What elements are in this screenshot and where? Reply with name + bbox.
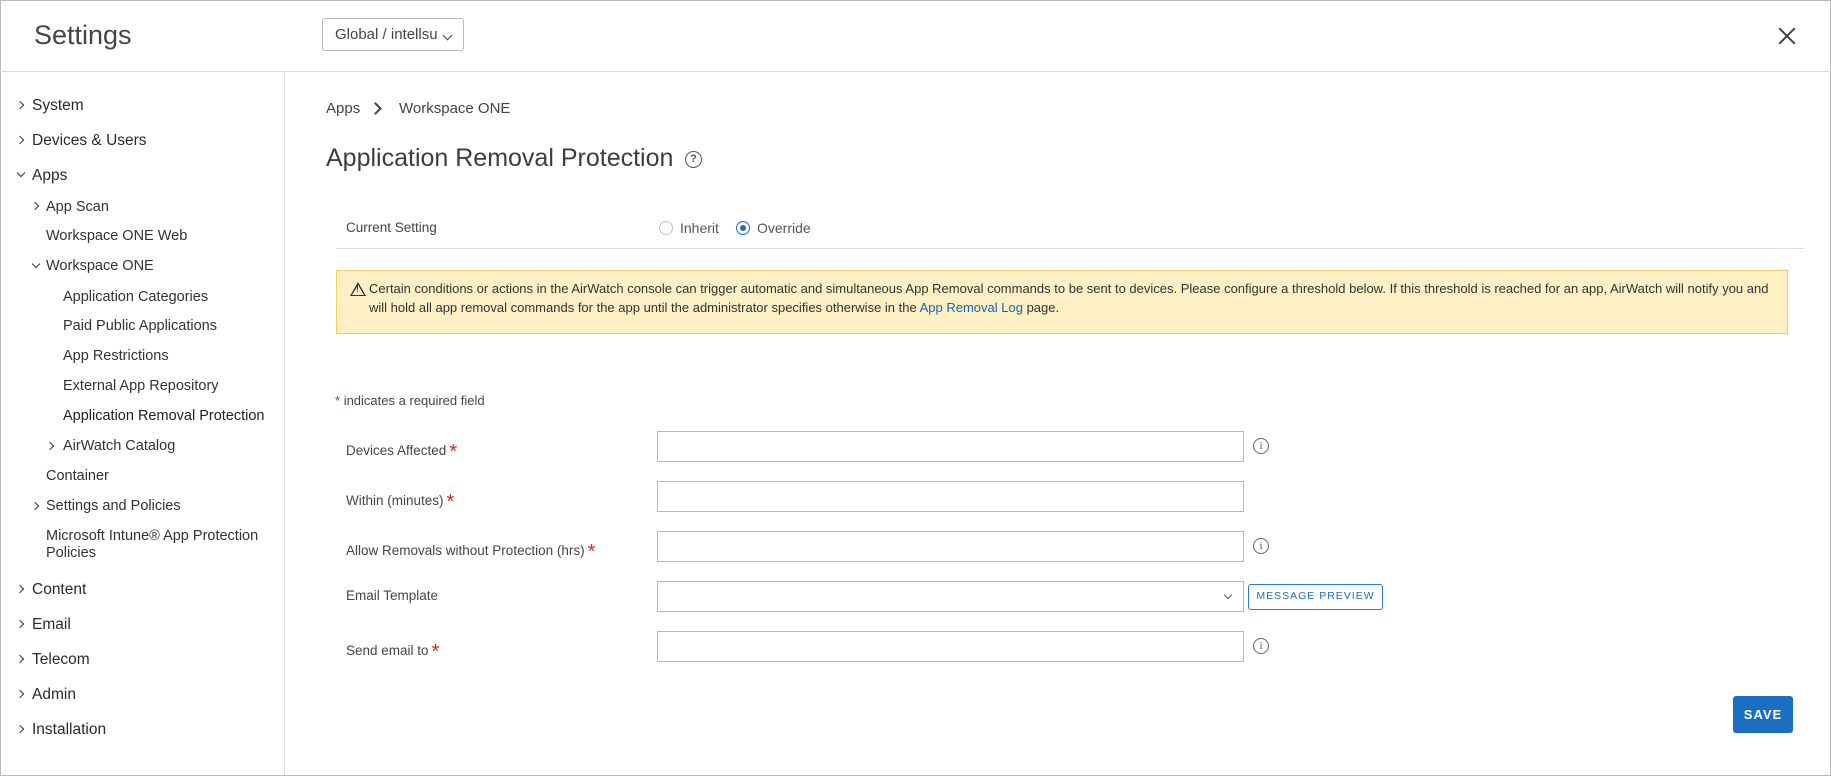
- email-template-select[interactable]: [657, 581, 1244, 612]
- org-group-selector[interactable]: Global / intellsu: [322, 18, 464, 51]
- message-preview-button[interactable]: MESSAGE PREVIEW: [1248, 584, 1383, 610]
- sidebar-item-apps[interactable]: Apps: [32, 167, 67, 185]
- required-star: *: [446, 491, 455, 513]
- sidebar-item-admin[interactable]: Admin: [32, 686, 76, 704]
- sidebar-item-app-scan[interactable]: App Scan: [46, 199, 109, 215]
- sidebar-item-intune-line2: Policies: [46, 545, 96, 561]
- chevron-down-icon: [442, 30, 453, 41]
- sidebar-item-intune-line1: Microsoft Intune® App Protection: [46, 528, 259, 544]
- info-icon[interactable]: i: [1253, 638, 1269, 654]
- settings-title: Settings: [34, 20, 132, 50]
- radio-inherit-label[interactable]: Inherit: [680, 220, 719, 236]
- org-group-label: Global / intellsu: [335, 26, 438, 43]
- required-star: *: [335, 393, 341, 408]
- devices-affected-text: Devices Affected: [346, 443, 447, 458]
- help-icon[interactable]: ?: [685, 151, 702, 168]
- required-field-note: * indicates a required field: [335, 393, 485, 408]
- sidebar-item-airwatch-catalog[interactable]: AirWatch Catalog: [63, 438, 175, 454]
- required-note-text: indicates a required field: [343, 393, 485, 408]
- allow-removals-label: Allow Removals without Protection (hrs) *: [346, 538, 596, 563]
- info-icon[interactable]: i: [1253, 538, 1269, 554]
- email-template-label: Email Template: [346, 588, 439, 603]
- warning-triangle-icon: [350, 282, 366, 296]
- required-star: *: [449, 441, 458, 463]
- warning-text-before: Certain conditions or actions in the Air…: [369, 281, 1769, 315]
- save-button[interactable]: SAVE: [1733, 696, 1793, 733]
- sidebar-item-paid-public-applications[interactable]: Paid Public Applications: [63, 318, 217, 334]
- required-star: *: [431, 641, 440, 663]
- close-icon[interactable]: [1778, 27, 1796, 45]
- breadcrumb-apps[interactable]: Apps: [326, 100, 360, 117]
- devices-affected-input[interactable]: [657, 431, 1244, 462]
- warning-banner: Certain conditions or actions in the Air…: [336, 270, 1788, 334]
- sidebar-item-external-app-repository[interactable]: External App Repository: [63, 378, 219, 394]
- divider: [336, 248, 1804, 249]
- breadcrumb-workspace-one[interactable]: Workspace ONE: [399, 100, 510, 117]
- within-minutes-input[interactable]: [657, 481, 1244, 512]
- current-setting-label: Current Setting: [346, 220, 437, 235]
- radio-override[interactable]: [736, 221, 750, 235]
- sidebar-item-application-removal-protection[interactable]: Application Removal Protection: [63, 408, 265, 424]
- devices-affected-label: Devices Affected *: [346, 438, 458, 463]
- within-minutes-label: Within (minutes) *: [346, 488, 455, 513]
- header: Settings Global / intellsu: [0, 0, 1831, 72]
- sidebar-item-workspace-one-web[interactable]: Workspace ONE Web: [46, 228, 187, 244]
- sidebar-item-content[interactable]: Content: [32, 581, 86, 599]
- send-email-to-text: Send email to: [346, 643, 429, 658]
- info-icon[interactable]: i: [1253, 438, 1269, 454]
- sidebar-item-workspace-one[interactable]: Workspace ONE: [46, 258, 154, 274]
- within-minutes-text: Within (minutes): [346, 493, 444, 508]
- sidebar-item-system[interactable]: System: [32, 97, 84, 115]
- required-star: *: [587, 541, 596, 563]
- send-email-to-label: Send email to *: [346, 638, 440, 663]
- allow-removals-text: Allow Removals without Protection (hrs): [346, 543, 585, 558]
- sidebar-item-telecom[interactable]: Telecom: [32, 651, 90, 669]
- sidebar-item-settings-and-policies[interactable]: Settings and Policies: [46, 498, 181, 514]
- allow-removals-input[interactable]: [657, 531, 1244, 562]
- warning-text-after: page.: [1022, 299, 1060, 315]
- radio-inherit[interactable]: [659, 221, 673, 235]
- warning-text: Certain conditions or actions in the Air…: [369, 280, 1769, 317]
- page-title: Application Removal Protection: [326, 144, 674, 172]
- sidebar-item-devices-users[interactable]: Devices & Users: [32, 132, 147, 150]
- sidebar-item-app-restrictions[interactable]: App Restrictions: [63, 348, 169, 364]
- sidebar-item-email[interactable]: Email: [32, 616, 71, 634]
- radio-override-label[interactable]: Override: [757, 220, 811, 236]
- sidebar-item-intune-app-protection[interactable]: Microsoft Intune® App Protection Policie…: [46, 528, 258, 562]
- app-removal-log-link[interactable]: App Removal Log: [920, 300, 1023, 315]
- sidebar-item-container[interactable]: Container: [46, 468, 109, 484]
- chevron-down-icon: [1223, 590, 1233, 600]
- sidebar-item-installation[interactable]: Installation: [32, 721, 106, 739]
- sidebar-item-application-categories[interactable]: Application Categories: [63, 289, 208, 305]
- send-email-to-input[interactable]: [657, 631, 1244, 662]
